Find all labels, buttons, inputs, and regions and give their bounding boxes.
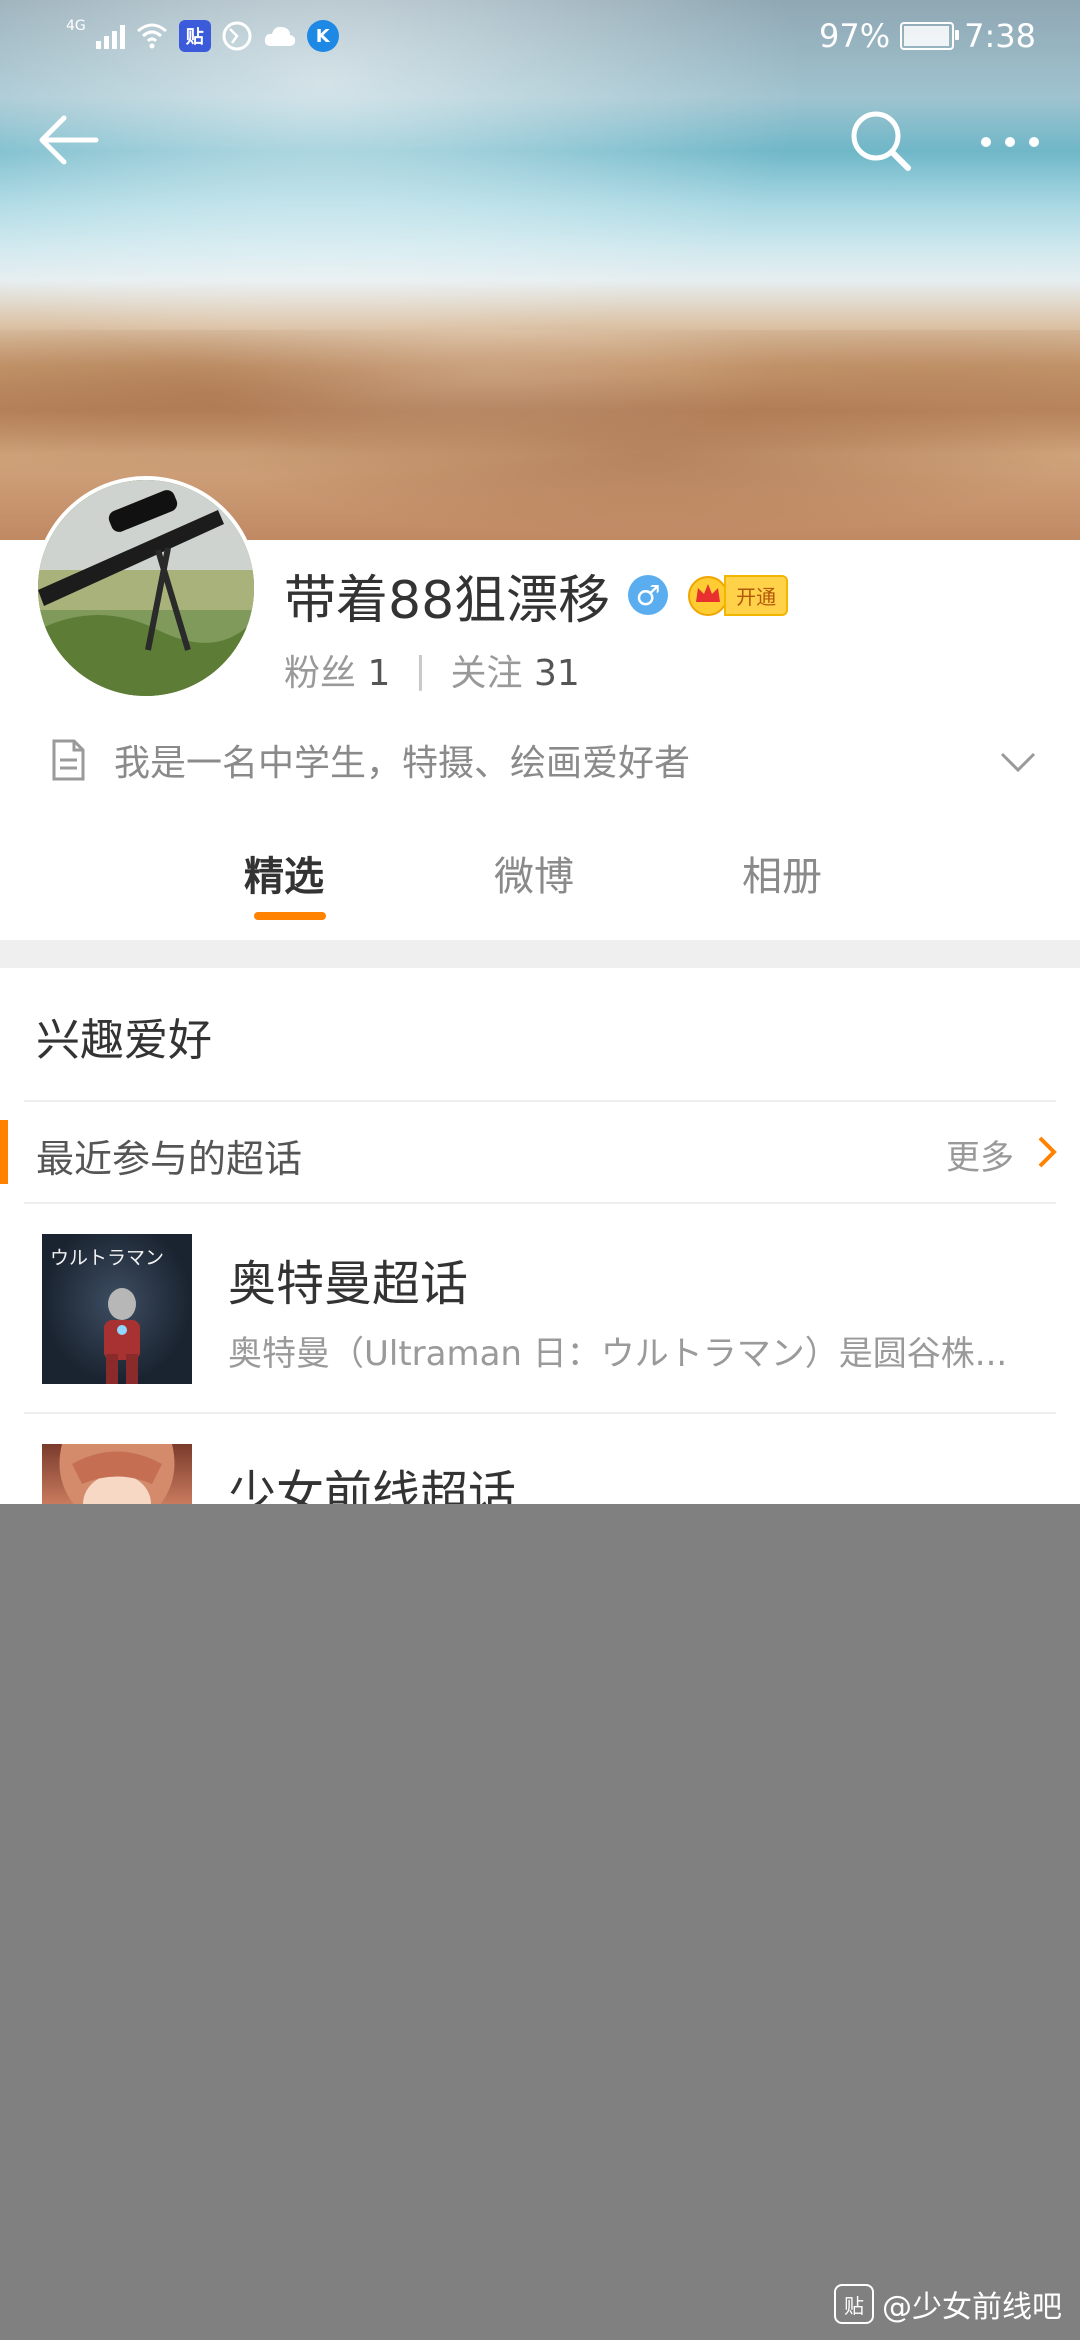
back-arrow-icon[interactable] bbox=[30, 100, 110, 180]
profile-tabs: 精选 微博 相册 bbox=[0, 832, 1080, 932]
male-icon: ♂ bbox=[628, 575, 669, 615]
network-type: 4G bbox=[66, 18, 86, 34]
chevron-right-icon[interactable] bbox=[1030, 1134, 1066, 1170]
cloud-icon bbox=[264, 26, 295, 46]
recent-supertopics-row[interactable]: 最近参与的超话 更多 bbox=[0, 1100, 1080, 1204]
wifi-icon bbox=[136, 23, 167, 49]
following-count: 31 bbox=[533, 653, 580, 694]
cover-image bbox=[0, 0, 1080, 540]
tab-album[interactable]: 相册 bbox=[742, 844, 822, 902]
status-right: 97% 7:38 bbox=[819, 14, 1036, 58]
topic-name: 少女前线超话 bbox=[228, 1466, 517, 1504]
following-stat[interactable]: 关注 31 bbox=[451, 644, 580, 696]
fans-stat[interactable]: 粉丝 1 bbox=[284, 644, 390, 696]
ultraman-image: ウルトラマン bbox=[50, 1247, 164, 1384]
accent-bar bbox=[0, 1120, 8, 1184]
tab-weibo[interactable]: 微博 bbox=[494, 844, 574, 902]
status-left: 4G 贴 K bbox=[66, 16, 339, 56]
clock: 7:38 bbox=[964, 17, 1036, 55]
battery-percent: 97% bbox=[819, 17, 891, 55]
profile-page: 4G 贴 K 97% 7:38 带着88狙漂移 ♂ 开通 粉丝 1 | 关注 3… bbox=[0, 0, 1080, 1504]
watermark-text: @少女前线吧 bbox=[882, 2290, 1062, 2325]
status-bar: 4G 贴 K 97% 7:38 bbox=[0, 0, 1080, 74]
tieba-icon: 贴 bbox=[178, 20, 211, 52]
topic-name: 奥特曼超话 bbox=[228, 1256, 469, 1312]
fans-label: 粉丝 bbox=[284, 653, 357, 694]
topic-thumbnail bbox=[42, 1444, 192, 1504]
chevron-down-icon[interactable] bbox=[998, 742, 1038, 782]
vip-open-button[interactable]: 开通 bbox=[686, 574, 789, 616]
tieba-logo-icon: 贴 bbox=[834, 2284, 874, 2324]
topic-thumbnail: ウルトラマン bbox=[42, 1234, 192, 1384]
fans-count: 1 bbox=[367, 653, 391, 694]
section-title: 兴趣爱好 bbox=[36, 1015, 212, 1066]
profile-name-row: 带着88狙漂移 ♂ 开通 bbox=[284, 560, 789, 631]
watermark: 贴 @少女前线吧 bbox=[834, 2282, 1062, 2326]
kugou-icon: K bbox=[306, 20, 339, 52]
bio-row[interactable]: 我是一名中学生，特摄、绘画爱好者 bbox=[48, 730, 1038, 790]
document-icon bbox=[52, 739, 85, 781]
tab-active-indicator bbox=[254, 912, 326, 920]
topic-description: 奥特曼（Ultraman 日：ウルトラマン）是圆谷株... bbox=[228, 1334, 1008, 1374]
recent-supertopics-label: 最近参与的超话 bbox=[36, 1137, 303, 1181]
ultraman-logo-text: ウルトラマン bbox=[50, 1247, 164, 1269]
avatar[interactable] bbox=[34, 476, 258, 700]
vip-label: 开通 bbox=[724, 574, 789, 616]
battery-icon bbox=[900, 22, 960, 50]
topic-item[interactable]: 少女前线超话 bbox=[0, 1414, 1080, 1504]
more-icon[interactable] bbox=[970, 100, 1050, 180]
section-gap bbox=[0, 940, 1080, 968]
globe-icon bbox=[222, 21, 252, 51]
signal-icon bbox=[95, 23, 125, 49]
avatar-sniper-image bbox=[38, 480, 254, 696]
topic-item[interactable]: ウルトラマン 奥特曼超话 奥特曼（Ultraman 日：ウルトラマン）是圆谷株.… bbox=[0, 1204, 1080, 1414]
profile-stats: 粉丝 1 | 关注 31 bbox=[284, 644, 580, 696]
stats-divider: | bbox=[414, 649, 427, 691]
search-icon[interactable] bbox=[840, 100, 920, 180]
profile-name: 带着88狙漂移 bbox=[284, 570, 611, 631]
more-link[interactable]: 更多 bbox=[946, 1130, 1014, 1179]
following-label: 关注 bbox=[450, 653, 523, 694]
tab-featured[interactable]: 精选 bbox=[244, 844, 324, 902]
anime-girl-image bbox=[59, 1444, 175, 1504]
bio-text: 我是一名中学生，特摄、绘画爱好者 bbox=[114, 743, 691, 784]
